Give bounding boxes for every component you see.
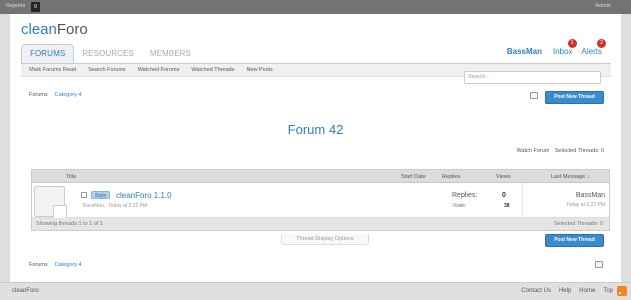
thread-select-checkbox[interactable]	[81, 192, 87, 198]
col-title[interactable]: Title	[66, 174, 76, 180]
column-divider	[522, 183, 523, 218]
thread-start-date: Today at 2:22 PM	[108, 203, 148, 209]
logo-part-2: Foro	[56, 21, 88, 38]
watch-forum-link[interactable]: Watch Forum	[517, 148, 550, 154]
breadcrumb-category[interactable]: Category 4	[55, 92, 82, 98]
tab-forums[interactable]: Forums	[21, 44, 75, 63]
sub-navigation: Mark Forums Read Search Forums Watched F…	[21, 63, 611, 84]
help-link[interactable]: Help	[559, 288, 571, 294]
avatar[interactable]	[34, 186, 67, 219]
breadcrumb-category-bottom[interactable]: Category 4	[55, 262, 82, 268]
new-posts-link[interactable]: New Posts	[246, 67, 272, 73]
breadcrumb-forums-bottom[interactable]: Forums	[29, 262, 48, 268]
inbox-link[interactable]: Inbox 1	[552, 39, 577, 56]
page-footer: cleanForo Contact Us Help Home Top	[0, 282, 631, 300]
search-forums-link[interactable]: Search Forums	[88, 67, 126, 73]
top-admin-bar: Reports 0 Admin	[0, 0, 631, 14]
admin-link[interactable]: Admin	[595, 3, 611, 9]
alerts-badge: 2	[597, 39, 606, 48]
views-count: 38	[504, 203, 510, 209]
thread-list-footer: Showing threads 1 to 1 of 1 Selected Thr…	[32, 218, 609, 230]
col-replies[interactable]: Replies	[442, 174, 460, 180]
thread-meta: BassMan, Today at 2:22 PM	[83, 203, 147, 209]
breadcrumb-forums[interactable]: Forums	[29, 92, 48, 98]
reports-link[interactable]: Reports	[6, 3, 25, 9]
rss-icon[interactable]	[617, 286, 627, 296]
top-link[interactable]: Top	[603, 288, 613, 294]
inbox-badge: 1	[567, 39, 577, 48]
logo-part-1: clean	[21, 21, 57, 38]
thread-list-header: Title Start Date Replies Views Last Mess…	[32, 170, 609, 183]
col-views[interactable]: Views	[496, 174, 511, 180]
replies-count: 0	[502, 192, 506, 199]
thread-prefix-badge[interactable]: Style	[91, 191, 111, 199]
last-message-user[interactable]: BassMan	[566, 192, 605, 199]
breadcrumb-bottom: Forums Category 4	[29, 262, 82, 268]
watched-forums-link[interactable]: Watched Forums	[138, 67, 180, 73]
last-message-info: BassMan Today at 2:22 PM	[566, 192, 605, 208]
user-links: BassMan Inbox 1 Alerts 2	[507, 39, 606, 56]
footer-links: Contact Us Help Home Top	[513, 288, 613, 294]
reports-count-badge: 0	[31, 2, 40, 12]
last-poster-avatar[interactable]	[53, 205, 67, 219]
breadcrumb: Forums Category 4	[29, 92, 82, 98]
forum-actions: Watch Forum Selected Threads: 0	[513, 148, 604, 154]
post-new-thread-button-bottom[interactable]: Post New Thread	[545, 234, 604, 247]
alerts-link[interactable]: Alerts 2	[581, 39, 606, 56]
page-container: cleanForo Forums Resources Members BassM…	[10, 14, 621, 282]
tab-members[interactable]: Members	[142, 44, 199, 63]
footer-site-name[interactable]: cleanForo	[12, 288, 39, 294]
site-logo[interactable]: cleanForo	[21, 21, 88, 38]
thread-list: Title Start Date Replies Views Last Mess…	[31, 169, 610, 231]
contact-us-link[interactable]: Contact Us	[521, 288, 551, 294]
home-link[interactable]: Home	[579, 288, 595, 294]
search-input[interactable]: Search...	[464, 71, 601, 84]
showing-threads-text: Showing threads 1 to 1 of 1	[36, 221, 103, 227]
table-row: Style cleanForo 1.1.0 BassMan, Today at 2…	[32, 183, 609, 219]
selected-threads-footer[interactable]: Selected Threads: 0	[554, 221, 603, 227]
thread-stats: Replies: 0 Views: 38	[452, 192, 521, 216]
breadcrumb-menu-icon[interactable]	[530, 92, 538, 99]
watched-threads-link[interactable]: Watched Threads	[191, 67, 234, 73]
thread-display-options-button[interactable]: Thread Display Options	[281, 234, 369, 245]
main-nav-tabs: Forums Resources Members	[21, 44, 199, 63]
selected-threads-link[interactable]: Selected Threads: 0	[555, 148, 604, 154]
tab-resources[interactable]: Resources	[74, 44, 142, 63]
mark-forums-read-link[interactable]: Mark Forums Read	[29, 67, 76, 73]
col-start-date[interactable]: Start Date	[401, 174, 426, 180]
post-new-thread-button[interactable]: Post New Thread	[545, 91, 604, 104]
page-title: Forum 42	[287, 122, 344, 137]
thread-title-link[interactable]: cleanForo 1.1.0	[116, 191, 172, 200]
last-message-time[interactable]: Today at 2:22 PM	[566, 202, 605, 208]
col-last-message[interactable]: Last Message ↓	[551, 174, 590, 180]
views-label: Views:	[452, 203, 467, 209]
inbox-label: Inbox	[552, 47, 573, 56]
replies-label: Replies:	[452, 192, 478, 199]
alerts-label: Alerts	[581, 47, 602, 56]
username-link[interactable]: BassMan	[507, 47, 542, 56]
thread-author-link[interactable]: BassMan,	[83, 203, 105, 209]
breadcrumb-menu-icon-bottom[interactable]	[595, 261, 603, 268]
